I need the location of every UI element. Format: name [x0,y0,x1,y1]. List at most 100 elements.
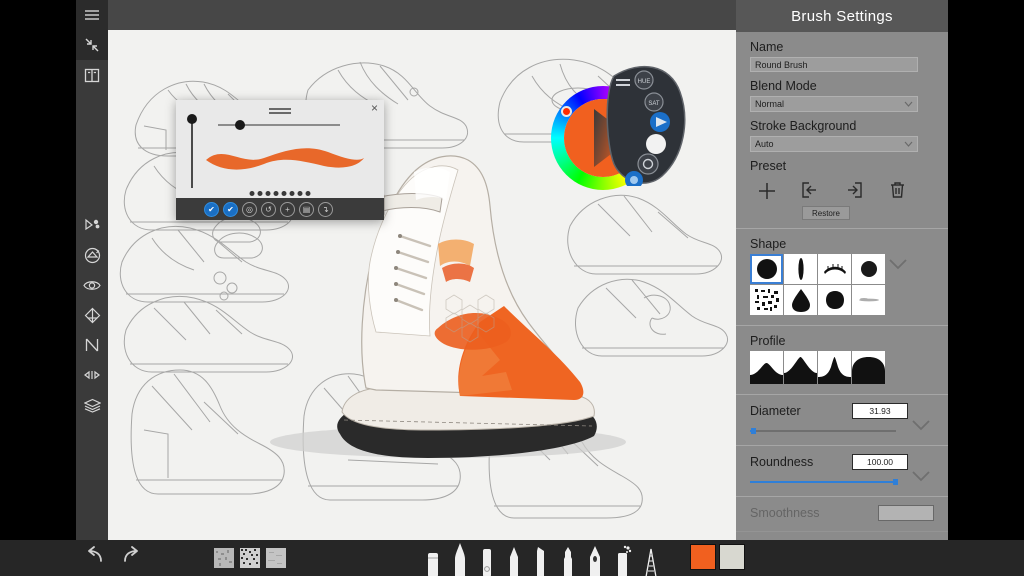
shape-soft-round[interactable] [852,254,885,284]
brush-tool-pen[interactable] [587,545,603,576]
bottom-toolbar [0,540,1024,576]
roundness-slider[interactable] [750,481,896,483]
roundness-slider-knob[interactable] [893,479,898,485]
confirm-button-1[interactable]: ✔ [204,202,219,217]
shape-flat-taper[interactable] [784,254,817,284]
import-preset-button[interactable] [800,180,822,202]
expand-shape-chevron-icon[interactable] [885,254,911,274]
sidebar-item-symmetry[interactable] [76,300,108,330]
diameter-section: Diameter 31.93 [736,395,948,446]
brush-tool-tube[interactable] [479,545,495,576]
size-slider-knob[interactable] [187,114,197,124]
roundness-value-input[interactable]: 100.00 [852,454,908,470]
brush-tool-airbrush[interactable] [560,545,576,576]
profile-peak[interactable] [784,351,817,384]
redo-button[interactable] [120,546,142,571]
sidebar-item-reference[interactable] [76,270,108,300]
brush-tool-pencil[interactable] [506,545,522,576]
delete-preset-button[interactable] [888,180,910,202]
sidebar-item-library[interactable] [76,60,108,90]
shape-label: Shape [750,237,934,251]
page-dot[interactable] [298,191,303,196]
sidebar-item-perspective[interactable] [76,330,108,360]
add-preset-button[interactable] [756,180,778,202]
expand-diameter-chevron-icon[interactable] [908,415,934,435]
blend-mode-select[interactable]: Normal [750,96,918,112]
sidebar-item-transform[interactable] [76,210,108,240]
add-button[interactable]: + [280,202,295,217]
shape-ink-blob[interactable] [784,285,817,315]
stroke-background-select[interactable]: Auto [750,136,918,152]
restore-button[interactable]: Restore [802,206,850,220]
brush-tool-spray[interactable] [614,545,632,576]
profile-row[interactable] [750,351,934,384]
shape-ink-dot[interactable] [818,285,851,315]
expand-roundness-chevron-icon[interactable] [908,466,934,486]
roundness-label: Roundness [750,455,813,469]
brush-tool-texture[interactable] [643,545,659,576]
profile-dome[interactable] [852,351,885,384]
panel-body[interactable]: Name Round Brush Blend Mode Normal Strok… [736,32,948,576]
diameter-slider-knob[interactable] [751,428,756,434]
page-dot[interactable] [290,191,295,196]
diameter-value-input[interactable]: 31.93 [852,403,908,419]
hue-marker[interactable] [561,106,572,117]
page-dot[interactable] [258,191,263,196]
brush-name-input[interactable]: Round Brush [750,57,918,72]
shape-bristle-arc[interactable] [818,254,851,284]
book-icon [84,68,100,83]
diameter-slider[interactable] [750,430,896,432]
sidebar-item-layers[interactable] [76,390,108,420]
stroke-background-label: Stroke Background [750,119,934,133]
texture-swatch-2[interactable] [240,548,260,568]
layers-icon [84,398,101,413]
shape-noise-texture[interactable] [750,285,783,315]
brush-preview-panel[interactable]: × ✔ ✔ ◎ ↺ + ▤ ↴ [176,100,384,220]
profile-mound[interactable] [750,351,783,384]
page-dot[interactable] [266,191,271,196]
sidebar-item-collapse[interactable] [76,30,108,60]
shape-grid[interactable] [750,254,885,315]
shape-round[interactable] [750,254,783,284]
next-section: Smoothness [736,497,948,532]
profile-sharp-peak[interactable] [818,351,851,384]
panel-drag-handle[interactable] [269,106,291,116]
preview-page-dots[interactable] [250,191,311,196]
sidebar-item-rotate-canvas[interactable] [76,240,108,270]
sidebar-item-flip[interactable] [76,360,108,390]
copy-button[interactable]: ▤ [299,202,314,217]
brush-tool-marker[interactable] [533,545,549,576]
radial-menu[interactable]: HUE SAT [600,58,688,186]
texture-swatch-3[interactable] [266,548,286,568]
page-dot[interactable] [282,191,287,196]
brush-settings-panel: Brush Settings Name Round Brush Blend Mo… [736,0,948,576]
lock-button[interactable]: ◎ [242,202,257,217]
brush-tool-eraser[interactable] [425,547,441,576]
close-icon[interactable]: × [371,102,378,114]
opacity-slider-knob[interactable] [235,120,245,130]
shape-section: Shape [736,229,948,326]
shape-spray-faint[interactable] [852,285,885,315]
chevron-down-icon [904,140,913,149]
confirm-button-2[interactable]: ✔ [223,202,238,217]
page-dot[interactable] [274,191,279,196]
diameter-label: Diameter [750,404,801,418]
transform-icon [84,217,101,233]
refresh-button[interactable]: ↺ [261,202,276,217]
size-slider-vertical[interactable] [191,116,193,188]
page-dot[interactable] [306,191,311,196]
eye-icon [83,279,101,292]
background-color-swatch[interactable] [719,544,745,570]
texture-swatch-1[interactable] [214,548,234,568]
sidebar-item-menu[interactable] [76,0,108,30]
next-value-input[interactable] [878,505,934,521]
brush-tool-round[interactable] [452,543,468,576]
export-button[interactable]: ↴ [318,202,333,217]
page-dot[interactable] [250,191,255,196]
symmetry-icon [84,307,101,324]
export-preset-button[interactable] [844,180,866,202]
undo-button[interactable] [84,546,106,571]
stroke-background-value: Auto [755,139,774,149]
foreground-color-swatch[interactable] [690,544,716,570]
roundness-slider-fill [750,481,896,483]
